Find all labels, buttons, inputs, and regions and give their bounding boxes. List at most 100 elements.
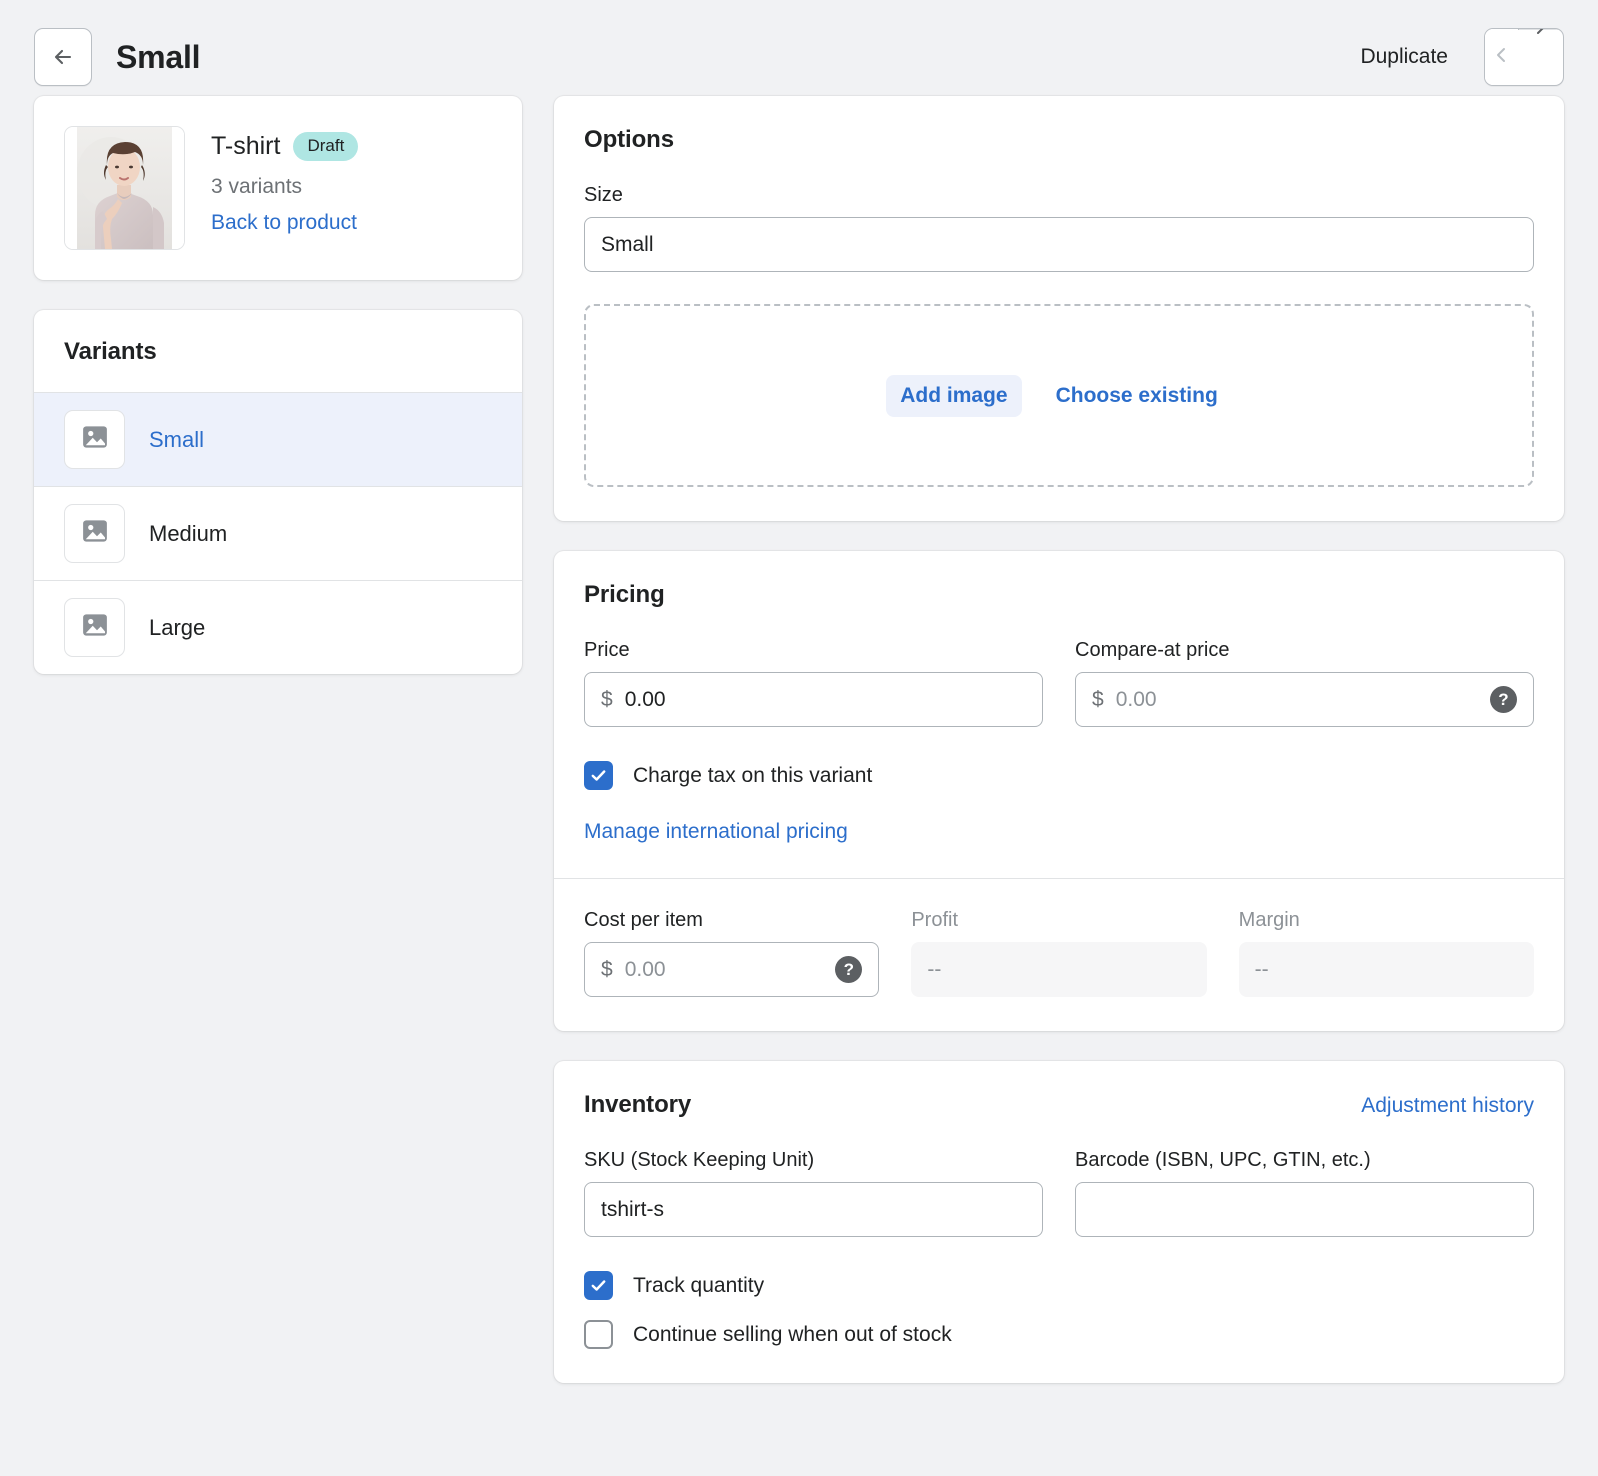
back-to-product-link[interactable]: Back to product (211, 211, 357, 235)
variant-count: 3 variants (211, 175, 358, 199)
left-column: T-shirt Draft 3 variants Back to product… (34, 96, 522, 704)
product-info: T-shirt Draft 3 variants Back to product (211, 126, 358, 235)
continue-selling-checkbox[interactable] (584, 1320, 613, 1349)
price-currency-symbol: $ (601, 688, 613, 712)
compare-currency-symbol: $ (1092, 688, 1104, 712)
product-photo (65, 127, 184, 249)
variant-list-item-large[interactable]: Large (34, 580, 522, 674)
duplicate-button[interactable]: Duplicate (1342, 33, 1466, 81)
pricing-title: Pricing (584, 581, 1534, 609)
cost-per-item-input[interactable]: $ 0.00 ? (584, 942, 879, 997)
margin-field-group: Margin -- (1239, 909, 1534, 997)
page-content: T-shirt Draft 3 variants Back to product… (0, 96, 1598, 1413)
manage-pricing-row: Manage international pricing (584, 820, 1534, 844)
track-quantity-label: Track quantity (633, 1274, 764, 1298)
margin-value: -- (1239, 942, 1534, 997)
continue-selling-checkbox-row[interactable]: Continue selling when out of stock (584, 1320, 1534, 1349)
barcode-label: Barcode (ISBN, UPC, GTIN, etc.) (1075, 1149, 1534, 1172)
cost-field-group: Cost per item $ 0.00 ? (584, 909, 879, 997)
barcode-input[interactable] (1075, 1182, 1534, 1237)
previous-variant-button[interactable] (1485, 29, 1518, 85)
help-circle-icon[interactable]: ? (835, 956, 862, 983)
cost-section: Cost per item $ 0.00 ? Profit -- (554, 879, 1564, 1031)
back-button[interactable] (34, 28, 92, 86)
cost-currency-symbol: $ (601, 958, 613, 982)
options-title: Options (584, 126, 1534, 154)
product-title-row: T-shirt Draft (211, 132, 358, 161)
add-image-button[interactable]: Add image (886, 375, 1021, 417)
options-section: Options Size Small Add image Choose exis… (554, 96, 1564, 521)
variant-list-item-small[interactable]: Small (34, 392, 522, 486)
compare-at-price-placeholder: 0.00 (1116, 688, 1157, 712)
variant-detail-page: Small Duplicate (0, 0, 1598, 1476)
variants-heading: Variants (64, 338, 492, 366)
adjustment-history-link[interactable]: Adjustment history (1361, 1094, 1534, 1118)
price-field-group: Price $ 0.00 (584, 639, 1043, 727)
inventory-fields-grid: SKU (Stock Keeping Unit) tshirt-s Barcod… (584, 1149, 1534, 1237)
track-quantity-checkbox[interactable] (584, 1271, 613, 1300)
sku-field-group: SKU (Stock Keeping Unit) tshirt-s (584, 1149, 1043, 1237)
size-input[interactable]: Small (584, 217, 1534, 272)
profit-value: -- (911, 942, 1206, 997)
variant-list-item-label: Large (149, 615, 205, 641)
continue-selling-label: Continue selling when out of stock (633, 1323, 952, 1347)
profit-label: Profit (911, 909, 1206, 932)
next-variant-button[interactable] (1518, 29, 1563, 30)
right-column: Options Size Small Add image Choose exis… (554, 96, 1564, 1413)
image-placeholder-icon (80, 422, 110, 457)
charge-tax-label: Charge tax on this variant (633, 764, 872, 788)
sku-value: tshirt-s (601, 1198, 664, 1222)
product-name: T-shirt (211, 132, 280, 161)
compare-at-price-input[interactable]: $ 0.00 ? (1075, 672, 1534, 727)
compare-price-field-group: Compare-at price $ 0.00 ? (1075, 639, 1534, 727)
inventory-header-row: Inventory Adjustment history (584, 1091, 1534, 1119)
variant-thumbnail (64, 410, 125, 469)
back-to-product-row: Back to product (211, 211, 358, 235)
sku-label: SKU (Stock Keeping Unit) (584, 1149, 1043, 1172)
variant-thumbnail (64, 504, 125, 563)
choose-existing-button[interactable]: Choose existing (1042, 375, 1232, 417)
page-header: Small Duplicate (0, 0, 1598, 96)
cost-fields-grid: Cost per item $ 0.00 ? Profit -- (584, 909, 1534, 997)
charge-tax-checkbox-row[interactable]: Charge tax on this variant (584, 761, 1534, 790)
variants-heading-wrap: Variants (34, 310, 522, 392)
chevron-left-icon (1491, 45, 1511, 70)
variant-thumbnail (64, 598, 125, 657)
price-label: Price (584, 639, 1043, 662)
variants-card: Variants Small (34, 310, 522, 674)
sku-input[interactable]: tshirt-s (584, 1182, 1043, 1237)
profit-field-group: Profit -- (911, 909, 1206, 997)
arrow-left-icon (51, 45, 75, 69)
margin-label: Margin (1239, 909, 1534, 932)
cost-per-item-label: Cost per item (584, 909, 879, 932)
page-title: Small (116, 39, 200, 76)
pricing-section: Pricing Price $ 0.00 Compare-at price (554, 551, 1564, 878)
compare-at-price-label: Compare-at price (1075, 639, 1534, 662)
help-circle-icon[interactable]: ? (1490, 686, 1517, 713)
price-input[interactable]: $ 0.00 (584, 672, 1043, 727)
track-quantity-checkbox-row[interactable]: Track quantity (584, 1271, 1534, 1300)
inventory-title: Inventory (584, 1091, 691, 1119)
variant-pager (1484, 28, 1564, 86)
check-icon (589, 766, 608, 785)
chevron-right-icon (1531, 28, 1551, 42)
manage-international-pricing-link[interactable]: Manage international pricing (584, 820, 848, 844)
variant-list-item-label: Small (149, 427, 204, 453)
options-card: Options Size Small Add image Choose exis… (554, 96, 1564, 521)
pricing-card: Pricing Price $ 0.00 Compare-at price (554, 551, 1564, 1031)
size-input-value: Small (601, 233, 654, 257)
status-badge: Draft (293, 132, 358, 161)
image-placeholder-icon (80, 610, 110, 645)
price-value: 0.00 (625, 688, 666, 712)
inventory-card: Inventory Adjustment history SKU (Stock … (554, 1061, 1564, 1383)
price-fields-grid: Price $ 0.00 Compare-at price $ 0.00 (584, 639, 1534, 727)
cost-per-item-placeholder: 0.00 (625, 958, 666, 982)
size-label: Size (584, 184, 1534, 207)
variant-list-item-medium[interactable]: Medium (34, 486, 522, 580)
charge-tax-checkbox[interactable] (584, 761, 613, 790)
inventory-section: Inventory Adjustment history SKU (Stock … (554, 1061, 1564, 1383)
check-icon (589, 1276, 608, 1295)
variant-list-item-label: Medium (149, 521, 227, 547)
image-dropzone[interactable]: Add image Choose existing (584, 304, 1534, 487)
product-thumbnail (64, 126, 185, 250)
